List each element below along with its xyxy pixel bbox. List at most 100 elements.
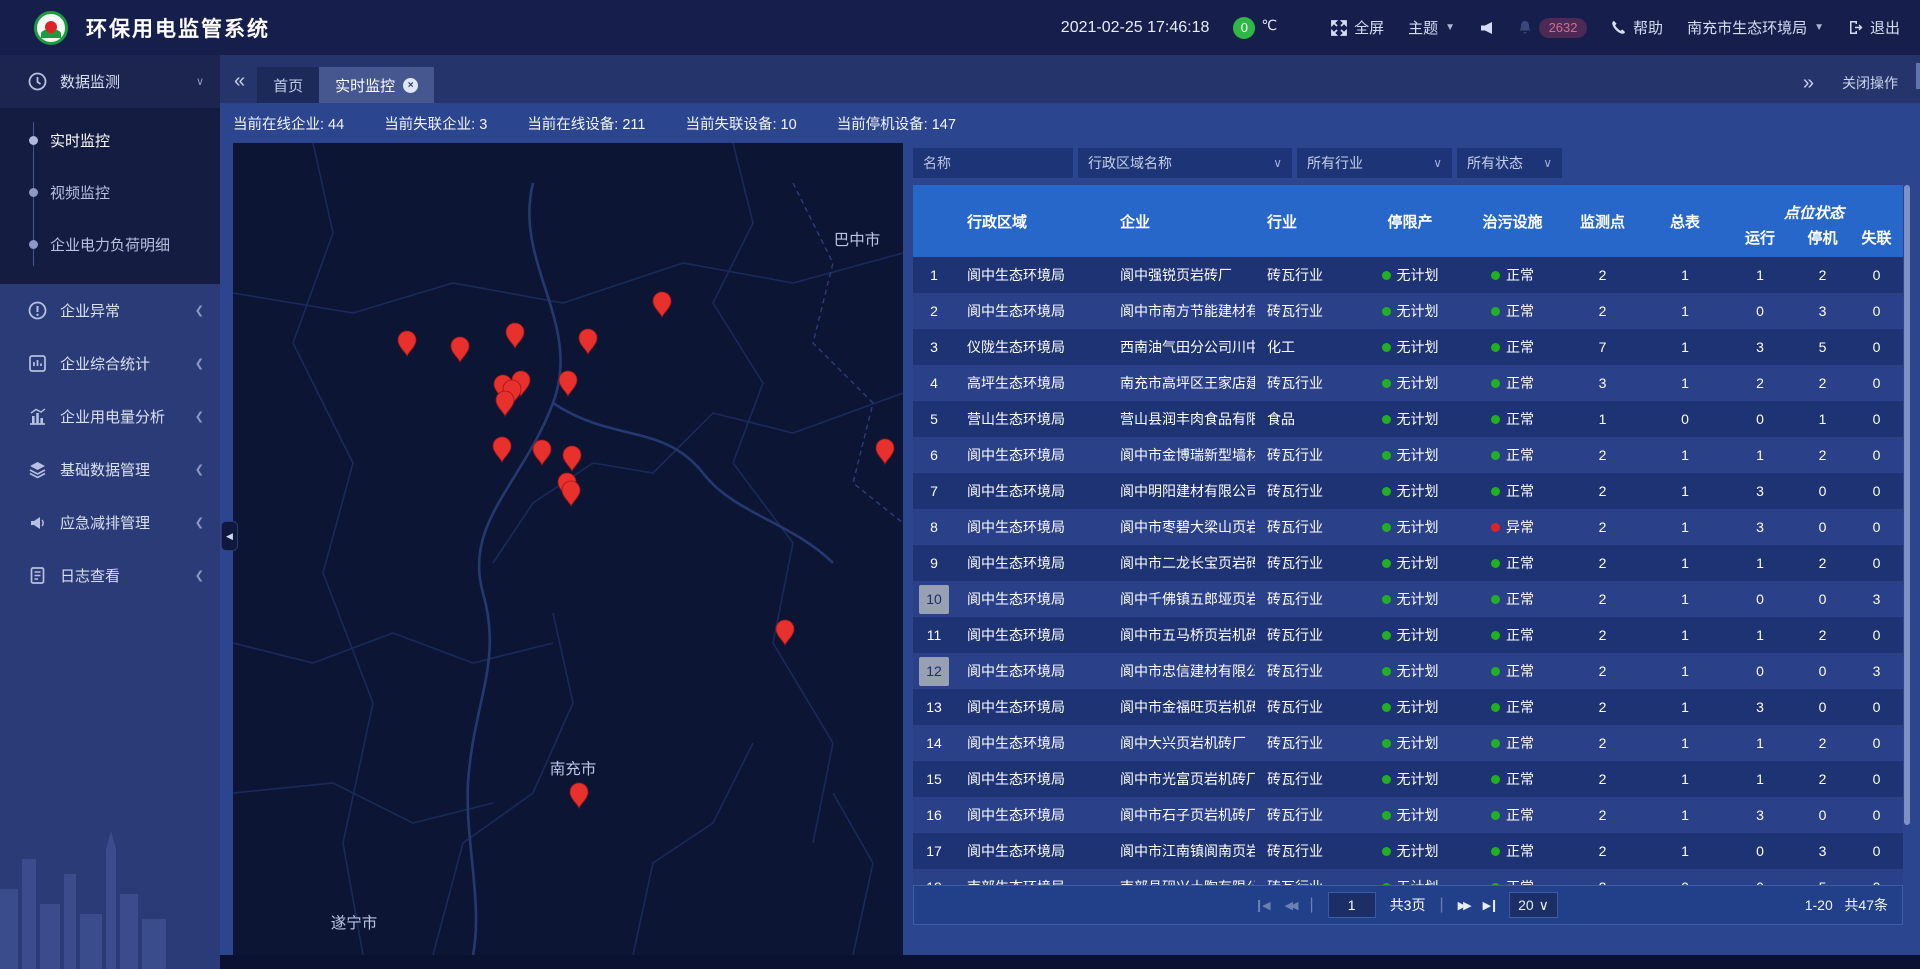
- table-row[interactable]: 6阆中生态环境局阆中市金博瑞新型墙材砖瓦行业无计划正常21120: [913, 437, 1903, 473]
- cell-total-meter: 1: [1645, 267, 1725, 283]
- cell-region: 阆中生态环境局: [955, 301, 1108, 321]
- map-panel[interactable]: ◀ 巴中市南充市遂宁市: [233, 143, 903, 955]
- cell-index: 6: [913, 447, 955, 463]
- table-row[interactable]: 5营山生态环境局营山县润丰肉食品有限食品无计划正常10010: [913, 401, 1903, 437]
- sidebar-item-label: 企业电力负荷明细: [50, 234, 170, 255]
- help-button[interactable]: 帮助: [1611, 17, 1663, 38]
- close-operations-button[interactable]: 关闭操作: [1842, 73, 1898, 93]
- cell-run-count: 0: [1725, 591, 1795, 607]
- cell-company: 南充市高坪区王家店建: [1108, 373, 1255, 393]
- table-row[interactable]: 3仪陇生态环境局西南油气田分公司川中化工无计划正常71350: [913, 329, 1903, 365]
- sidebar-group-基础数据管理[interactable]: 基础数据管理❮: [0, 443, 220, 496]
- cell-run-count: 1: [1725, 447, 1795, 463]
- cell-region: 阆中生态环境局: [955, 589, 1108, 609]
- logout-button[interactable]: 退出: [1848, 17, 1900, 38]
- table-row[interactable]: 4高坪生态环境局南充市高坪区王家店建砖瓦行业无计划正常31220: [913, 365, 1903, 401]
- sidebar-item-企业电力负荷明细[interactable]: 企业电力负荷明细: [0, 218, 220, 270]
- cell-monitor-count: 2: [1560, 627, 1645, 643]
- status-dot-icon: [1382, 595, 1391, 604]
- sidebar-item-实时监控[interactable]: 实时监控: [0, 114, 220, 166]
- cell-limit-status: 无计划: [1355, 409, 1465, 429]
- status-dot-icon: [1491, 343, 1500, 352]
- table-row[interactable]: 1阆中生态环境局阆中强锐页岩砖厂砖瓦行业无计划正常21120: [913, 257, 1903, 293]
- col-region: 行政区域: [955, 185, 1108, 257]
- sidebar-group-企业异常[interactable]: 企业异常❮: [0, 284, 220, 337]
- sidebar-item-视频监控[interactable]: 视频监控: [0, 166, 220, 218]
- cell-total-meter: 0: [1645, 411, 1725, 427]
- map-city-label: 南充市: [550, 760, 597, 778]
- cell-stop-count: 2: [1795, 555, 1850, 571]
- cell-run-count: 3: [1725, 339, 1795, 355]
- status-filter-select[interactable]: 所有状态 ∨: [1457, 148, 1562, 178]
- cell-index: 3: [913, 339, 955, 355]
- table-row[interactable]: 16阆中生态环境局阆中市石子页岩机砖厂砖瓦行业无计划正常21300: [913, 797, 1903, 833]
- theme-dropdown[interactable]: 主题 ▼: [1408, 17, 1455, 38]
- sidebar-group-企业综合统计[interactable]: 企业综合统计❮: [0, 337, 220, 390]
- table-row[interactable]: 17阆中生态环境局阆中市江南镇阆南页岩砖瓦行业无计划正常21030: [913, 833, 1903, 869]
- cell-index: 5: [913, 411, 955, 427]
- cell-facility-status: 正常: [1465, 769, 1560, 789]
- tab-label: 实时监控: [335, 75, 395, 96]
- name-filter-input[interactable]: [923, 155, 1063, 171]
- sidebar-group-日志查看[interactable]: 日志查看❮: [0, 549, 220, 602]
- sidebar-group-应急减排管理[interactable]: 应急减排管理❮: [0, 496, 220, 549]
- tabs-scroll-left-icon[interactable]: «: [220, 71, 257, 103]
- sidebar-group-数据监测[interactable]: 数据监测∨: [0, 55, 220, 108]
- chevron-down-icon: ▼: [1814, 22, 1824, 33]
- table-row[interactable]: 13阆中生态环境局阆中市金福旺页岩机砖砖瓦行业无计划正常21300: [913, 689, 1903, 725]
- fullscreen-button[interactable]: 全屏: [1331, 17, 1384, 38]
- cell-stop-count: 0: [1795, 663, 1850, 679]
- page-size-select[interactable]: 20 ∨: [1509, 892, 1558, 918]
- org-dropdown[interactable]: 南充市生态环境局 ▼: [1687, 17, 1824, 38]
- table-row[interactable]: 7阆中生态环境局阆中明阳建材有限公司砖瓦行业无计划正常21300: [913, 473, 1903, 509]
- col-industry: 行业: [1255, 185, 1355, 257]
- table-row[interactable]: 15阆中生态环境局阆中市光富页岩机砖厂砖瓦行业无计划正常21120: [913, 761, 1903, 797]
- cell-company: 阆中市石子页岩机砖厂: [1108, 805, 1255, 825]
- prev-page-button[interactable]: ◀◀: [1285, 899, 1296, 912]
- region-filter-value: 行政区域名称: [1088, 153, 1267, 173]
- map-collapse-button[interactable]: ◀: [221, 521, 238, 551]
- page-number-input[interactable]: [1328, 892, 1376, 918]
- cell-index: 15: [913, 771, 955, 787]
- cell-total-meter: 1: [1645, 375, 1725, 391]
- table-row[interactable]: 14阆中生态环境局阆中大兴页岩机砖厂砖瓦行业无计划正常21120: [913, 725, 1903, 761]
- cell-industry: 砖瓦行业: [1255, 841, 1355, 861]
- next-page-button[interactable]: ▶▶: [1458, 899, 1469, 912]
- table-row[interactable]: 11阆中生态环境局阆中市五马桥页岩机砖砖瓦行业无计划正常21120: [913, 617, 1903, 653]
- tabs-scroll-right-icon[interactable]: »: [1803, 73, 1814, 93]
- cell-limit-status: 无计划: [1355, 373, 1465, 393]
- sound-button[interactable]: [1479, 21, 1494, 35]
- cell-total-meter: 1: [1645, 519, 1725, 535]
- tab-realtime-monitor[interactable]: 实时监控 ×: [319, 67, 434, 103]
- table-scrollbar[interactable]: [1904, 185, 1910, 825]
- log-icon: [27, 566, 47, 586]
- cell-stop-count: 0: [1795, 519, 1850, 535]
- table-row[interactable]: 10阆中生态环境局阆中千佛镇五郎垭页岩砖瓦行业无计划正常21003: [913, 581, 1903, 617]
- region-filter-select[interactable]: 行政区域名称 ∨: [1078, 148, 1292, 178]
- status-dot-icon: [1491, 487, 1500, 496]
- tab-close-icon[interactable]: ×: [403, 78, 418, 93]
- industry-filter-select[interactable]: 所有行业 ∨: [1297, 148, 1452, 178]
- table-row[interactable]: 12阆中生态环境局阆中市忠信建材有限公砖瓦行业无计划正常21003: [913, 653, 1903, 689]
- cell-company: 阆中市南方节能建材有: [1108, 301, 1255, 321]
- notifications[interactable]: 2632: [1518, 18, 1587, 38]
- submenu-dot: [29, 136, 38, 145]
- sidebar-group-label: 企业异常: [60, 300, 195, 321]
- table-row[interactable]: 18南部生态环境局南部县砚兴土陶有限公砖瓦行业无计划正常20050: [913, 869, 1903, 885]
- sidebar-group-label: 企业用电量分析: [60, 406, 195, 427]
- name-filter-field[interactable]: [913, 148, 1073, 178]
- sidebar-group-企业用电量分析[interactable]: 企业用电量分析❮: [0, 390, 220, 443]
- first-page-button[interactable]: ◀: [1258, 899, 1270, 912]
- logout-label: 退出: [1870, 17, 1900, 38]
- table-row[interactable]: 2阆中生态环境局阆中市南方节能建材有砖瓦行业无计划正常21030: [913, 293, 1903, 329]
- table-row[interactable]: 8阆中生态环境局阆中市枣碧大梁山页岩砖瓦行业无计划异常21300: [913, 509, 1903, 545]
- chevron-left-icon: ❮: [195, 516, 204, 529]
- cell-limit-status: 无计划: [1355, 697, 1465, 717]
- cell-region: 阆中生态环境局: [955, 769, 1108, 789]
- last-page-button[interactable]: ▶: [1483, 899, 1495, 912]
- table-row[interactable]: 9阆中生态环境局阆中市二龙长宝页岩砖砖瓦行业无计划正常21120: [913, 545, 1903, 581]
- cell-monitor-count: 2: [1560, 483, 1645, 499]
- cell-industry: 砖瓦行业: [1255, 373, 1355, 393]
- tab-home[interactable]: 首页: [257, 67, 319, 103]
- layers-icon: [27, 460, 47, 480]
